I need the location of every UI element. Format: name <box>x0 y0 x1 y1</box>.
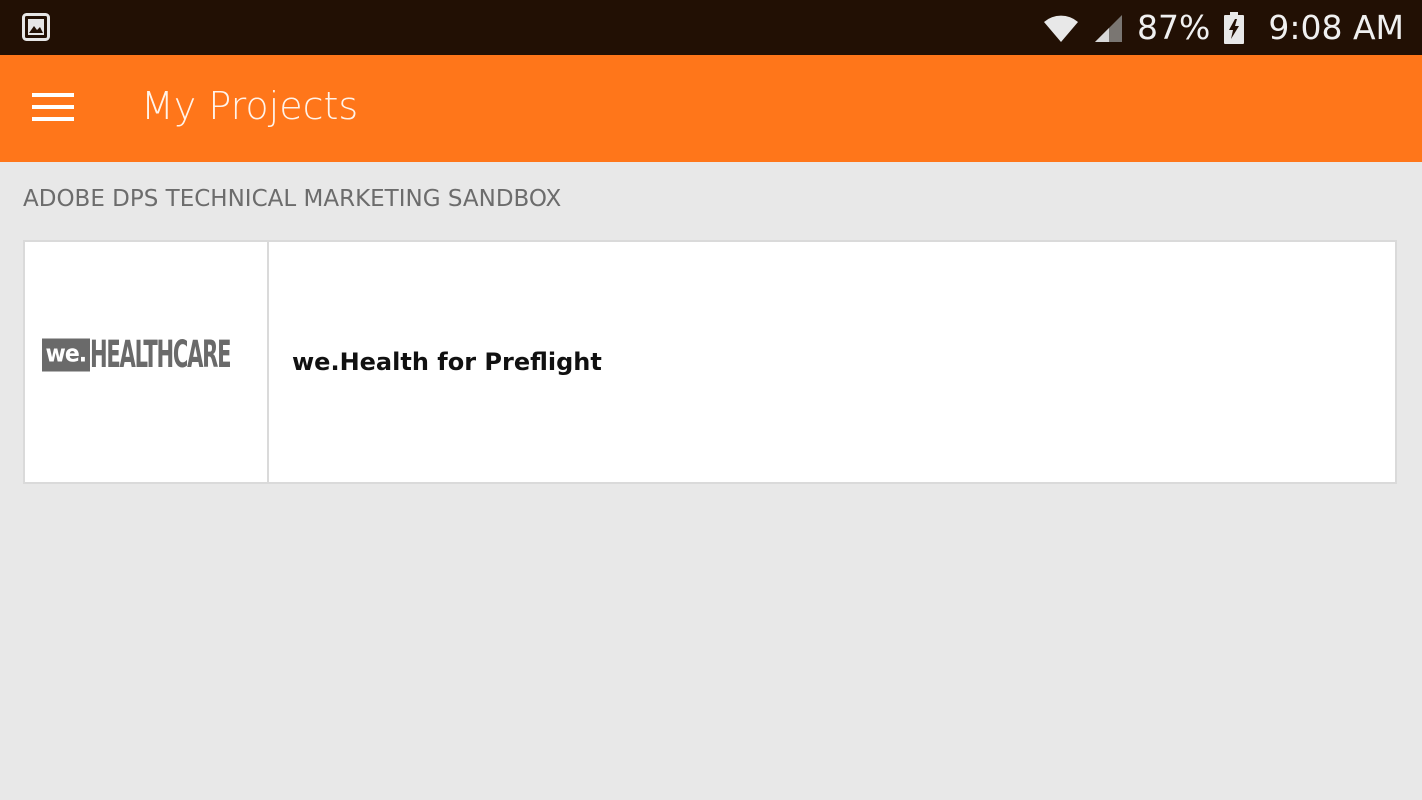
battery-charging-icon <box>1224 11 1245 44</box>
menu-button[interactable] <box>22 83 84 135</box>
battery-percent: 87% <box>1136 8 1211 47</box>
project-thumbnail: we. HEALTHCARE <box>25 242 269 482</box>
clock: 9:08 AM <box>1268 8 1404 47</box>
hamburger-menu-icon <box>31 91 75 128</box>
cell-signal-icon <box>1093 13 1123 43</box>
we-healthcare-logo: we. HEALTHCARE <box>41 333 251 377</box>
page-title: My Projects <box>141 84 359 128</box>
status-bar: 87% 9:08 AM <box>0 0 1422 55</box>
app-bar: My Projects <box>0 55 1422 162</box>
section-header: ADOBE DPS TECHNICAL MARKETING SANDBOX <box>23 186 562 212</box>
status-indicators: 87% 9:08 AM <box>1043 0 1404 55</box>
logo-we: we. <box>41 338 91 372</box>
project-title: we.Health for Preflight <box>292 348 602 376</box>
logo-brand: HEALTHCARE <box>90 333 232 377</box>
gallery-notification-icon <box>22 13 50 41</box>
wifi-icon <box>1043 13 1079 43</box>
project-card[interactable]: we. HEALTHCARE we.Health for Preflight <box>23 240 1397 484</box>
